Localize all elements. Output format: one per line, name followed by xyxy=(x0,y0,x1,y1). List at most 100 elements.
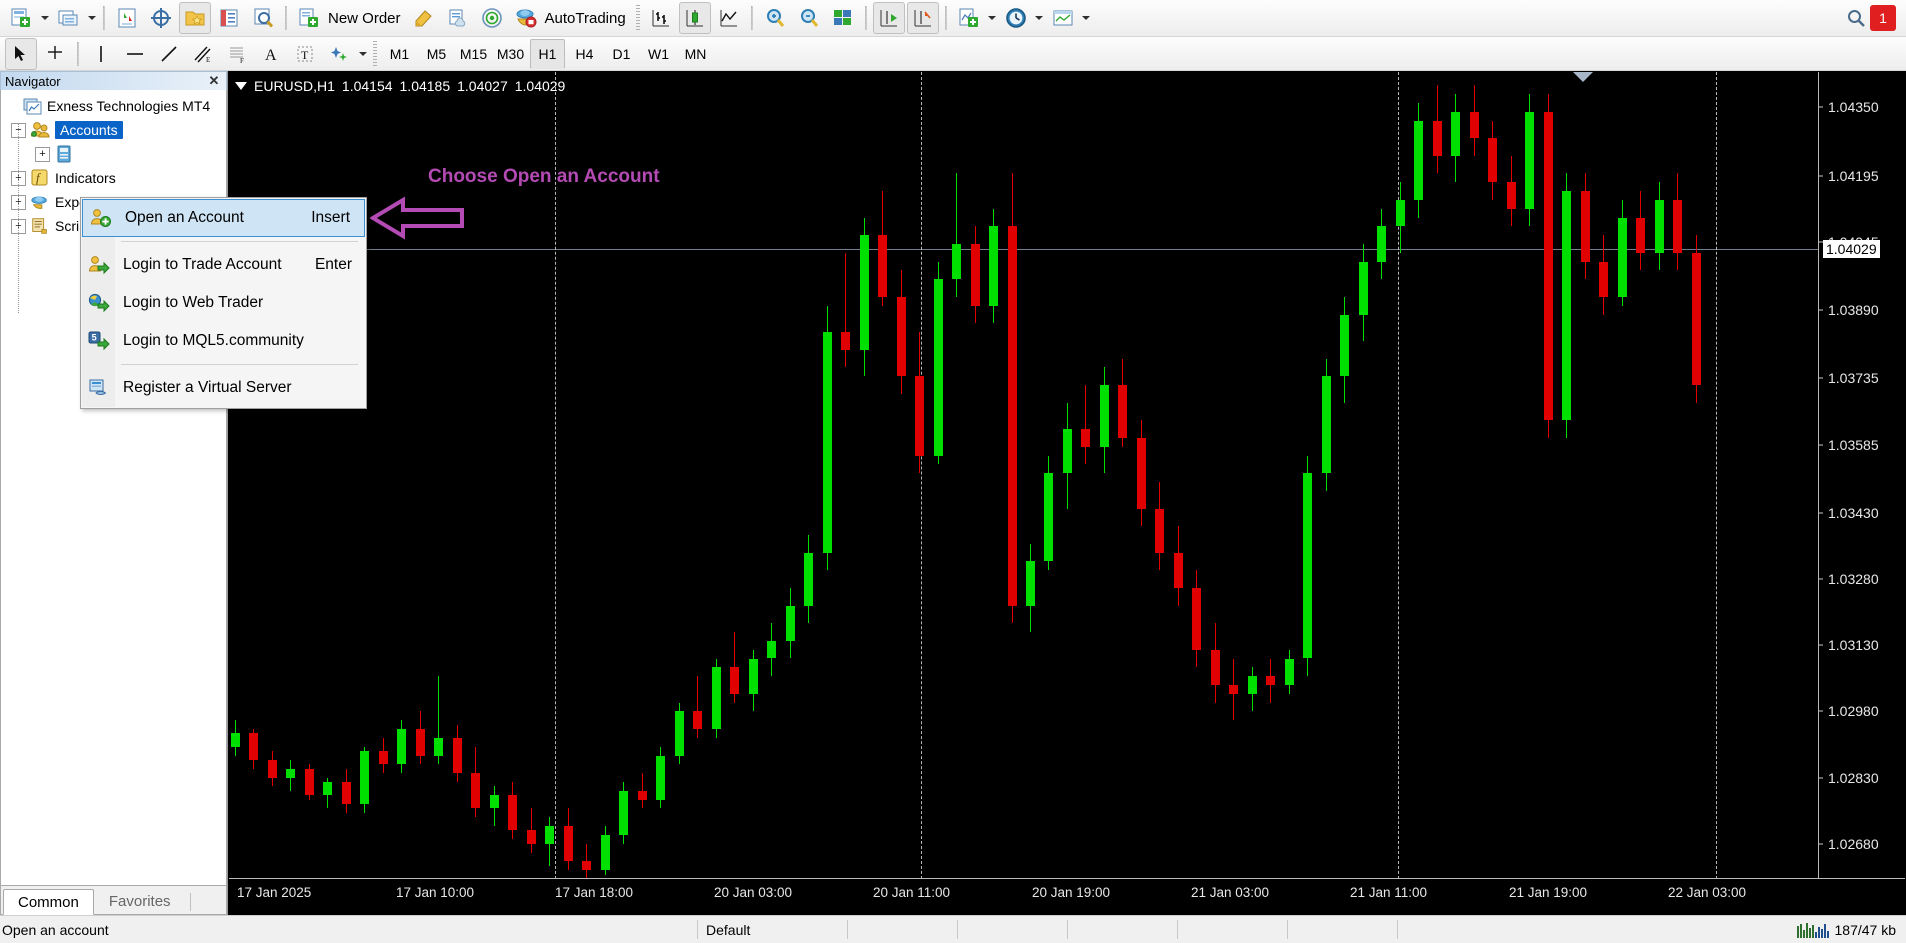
toolbar-grip-1[interactable] xyxy=(635,5,640,31)
market-watch-button[interactable] xyxy=(111,2,143,34)
navigator-titlebar: Navigator ✕ xyxy=(0,71,227,90)
text-icon[interactable]: A xyxy=(255,38,287,70)
timeframe-m30[interactable]: M30 xyxy=(493,39,528,69)
expander-plus-icon[interactable]: + xyxy=(35,146,50,162)
tab-common[interactable]: Common xyxy=(3,889,94,915)
timeframe-m5[interactable]: M5 xyxy=(419,39,454,69)
equidistant-channel-icon[interactable]: E xyxy=(187,38,219,70)
chart-symbol-label: EURUSD,H1 xyxy=(254,78,335,94)
menu-item-login-to-trade-account[interactable]: Login to Trade Account Enter xyxy=(81,246,366,284)
metaeditor-button[interactable] xyxy=(408,2,440,34)
candlestick xyxy=(915,72,925,879)
status-profile[interactable]: Default xyxy=(697,920,847,939)
toolbar-separator-4 xyxy=(864,6,867,30)
candlestick xyxy=(1488,72,1498,879)
objects-dropdown[interactable] xyxy=(356,39,369,69)
tab-favorites[interactable]: Favorites xyxy=(94,888,186,914)
menu-item-open-an-account[interactable]: Open an Account Insert xyxy=(82,199,365,237)
line-studies-toolbar: E F A T M1 M5 M15 M30 H1 H4 D1 W1 MN xyxy=(0,37,1906,71)
candlestick-chart-button[interactable] xyxy=(678,2,711,34)
objects-icon[interactable] xyxy=(323,38,355,70)
data-window-button[interactable] xyxy=(145,2,177,34)
periods-button[interactable] xyxy=(1000,2,1032,34)
chart-menu-caret-icon[interactable] xyxy=(235,82,247,90)
profiles-button[interactable] xyxy=(52,2,84,34)
status-traffic[interactable]: 187/47 kb xyxy=(1796,922,1906,938)
bar-chart-button[interactable] xyxy=(645,2,677,34)
main-area: Navigator ✕ Exness Technologies MT4 − xyxy=(0,71,1906,915)
candle-body xyxy=(1136,438,1146,509)
price-axis-tick xyxy=(1819,377,1823,379)
timeframe-h4[interactable]: H4 xyxy=(567,39,602,69)
candlestick xyxy=(1451,72,1461,879)
open-account-icon xyxy=(85,208,117,228)
auto-scroll-button[interactable] xyxy=(872,2,905,34)
signals-button[interactable] xyxy=(476,2,508,34)
new-chart-dropdown[interactable] xyxy=(38,3,51,33)
mql5-cloud-button[interactable] xyxy=(442,2,474,34)
line-chart-button[interactable] xyxy=(713,2,745,34)
new-order-button[interactable] xyxy=(293,2,325,34)
candle-body xyxy=(619,790,629,835)
navigator-button[interactable] xyxy=(179,2,211,34)
sidebar-item-accounts[interactable]: − Accounts xyxy=(1,118,226,142)
chart-plot-area[interactable] xyxy=(229,72,1819,879)
candlestick xyxy=(1210,72,1220,879)
candlestick xyxy=(804,72,814,879)
timeframe-grip[interactable] xyxy=(373,40,377,67)
candlestick xyxy=(489,72,499,879)
horizontal-line-icon[interactable] xyxy=(119,38,151,70)
candlestick xyxy=(619,72,629,879)
candle-body xyxy=(434,737,444,756)
terminal-button[interactable] xyxy=(213,2,245,34)
autotrading-button[interactable] xyxy=(510,2,542,34)
search-icon[interactable] xyxy=(1842,4,1870,32)
timeframe-h1[interactable]: H1 xyxy=(530,38,565,69)
price-axis[interactable]: 1.043501.041951.040451.038901.037351.035… xyxy=(1818,72,1905,879)
crosshair-icon[interactable] xyxy=(39,38,71,70)
timeframe-mn[interactable]: MN xyxy=(678,39,713,69)
candlestick xyxy=(1358,72,1368,879)
text-label-icon[interactable]: T xyxy=(289,38,321,70)
tree-root-row[interactable]: Exness Technologies MT4 xyxy=(1,94,226,118)
navigator-title: Navigator xyxy=(5,73,61,89)
menu-item-register-a-virtual-server-label: Register a Virtual Server xyxy=(123,379,292,396)
candle-body xyxy=(841,332,851,350)
zoom-out-button[interactable] xyxy=(793,2,825,34)
indicators-dropdown[interactable] xyxy=(986,3,999,33)
menu-item-register-a-virtual-server[interactable]: Register a Virtual Server xyxy=(81,369,366,407)
notification-badge[interactable]: 1 xyxy=(1870,5,1896,31)
templates-dropdown[interactable] xyxy=(1080,3,1093,33)
chart-window[interactable]: EURUSD,H1 1.04154 1.04185 1.04027 1.0402… xyxy=(228,71,1906,915)
menu-item-login-to-mql5-community[interactable]: 5 Login to MQL5.community xyxy=(81,322,366,360)
timeframe-m15[interactable]: M15 xyxy=(456,39,491,69)
menu-item-login-to-web-trader[interactable]: Login to Web Trader xyxy=(81,284,366,322)
candlestick xyxy=(1303,72,1313,879)
chart-canvas[interactable]: EURUSD,H1 1.04154 1.04185 1.04027 1.0402… xyxy=(228,71,1906,915)
timeframe-d1[interactable]: D1 xyxy=(604,39,639,69)
chart-shift-button[interactable] xyxy=(906,2,939,34)
sidebar-item-account-server[interactable]: + xyxy=(1,142,226,166)
fibonacci-icon[interactable]: F xyxy=(221,38,253,70)
tile-windows-button[interactable] xyxy=(827,2,859,34)
experts-hat-icon xyxy=(30,193,50,211)
new-chart-button[interactable] xyxy=(5,2,37,34)
tabs-separator xyxy=(189,893,191,911)
cursor-icon[interactable] xyxy=(5,37,37,70)
close-icon[interactable]: ✕ xyxy=(206,73,222,89)
navigator-tabs: Common Favorites xyxy=(0,886,227,915)
timeframe-w1[interactable]: W1 xyxy=(641,39,676,69)
profiles-dropdown[interactable] xyxy=(85,3,98,33)
sidebar-item-indicators[interactable]: + f Indicators xyxy=(1,166,226,190)
price-axis-tick xyxy=(1819,578,1823,580)
strategy-tester-button[interactable] xyxy=(247,2,279,34)
vertical-line-icon[interactable] xyxy=(85,38,117,70)
templates-button[interactable] xyxy=(1047,2,1079,34)
indicators-button[interactable] xyxy=(953,2,985,34)
zoom-in-button[interactable] xyxy=(759,2,791,34)
timeframe-m1[interactable]: M1 xyxy=(382,39,417,69)
accounts-context-menu[interactable]: Open an Account Insert Login to Trade Ac… xyxy=(80,197,367,409)
periods-dropdown[interactable] xyxy=(1033,3,1046,33)
trendline-icon[interactable] xyxy=(153,38,185,70)
time-axis[interactable]: 17 Jan 2025 17 Jan 10:00 17 Jan 18:00 20 Ja… xyxy=(229,878,1905,914)
